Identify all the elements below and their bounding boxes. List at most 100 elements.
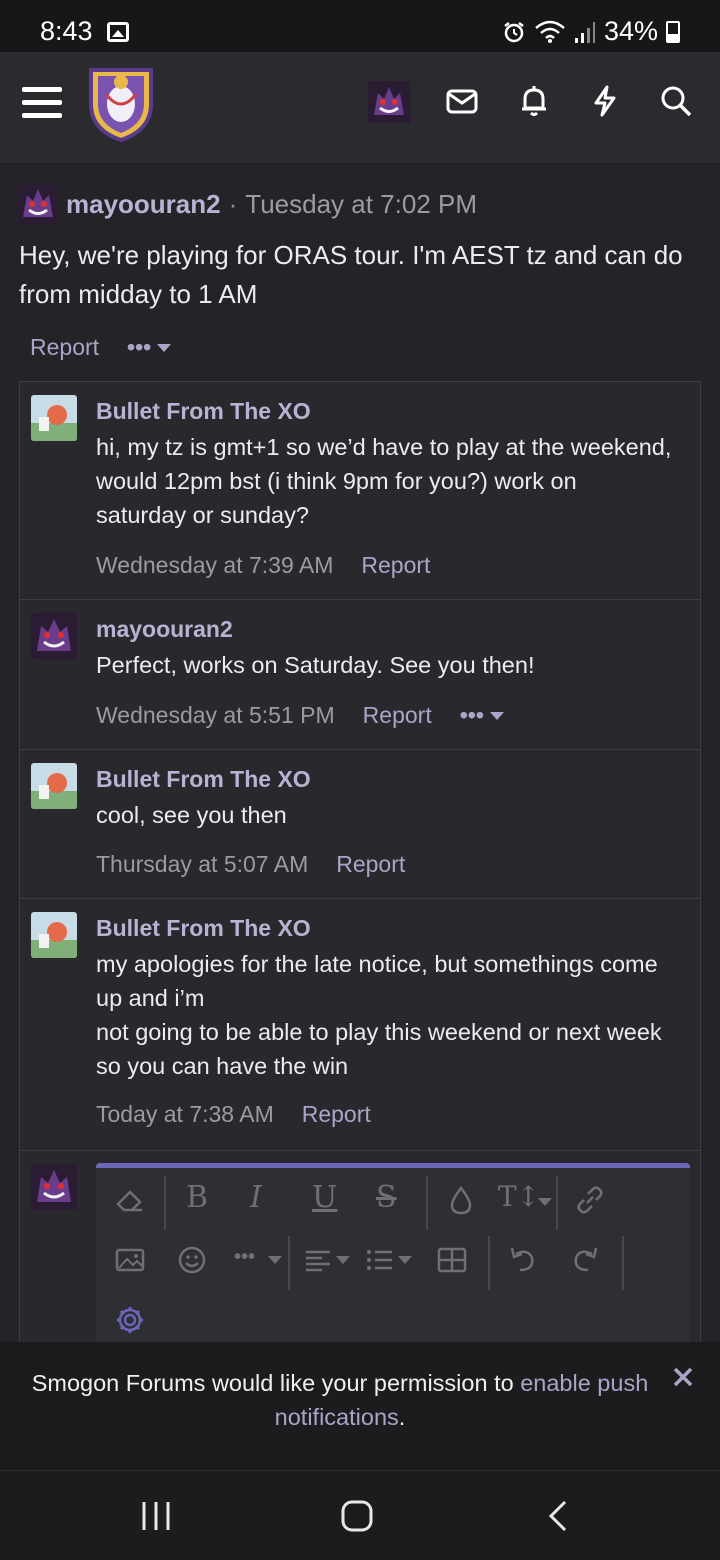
comment-meta: Thursday at 5:07 AM Report: [96, 851, 405, 878]
avatar: [31, 1164, 77, 1210]
comment-author[interactable]: mayoouran2: [96, 616, 233, 643]
status-time: 8:43: [40, 16, 93, 46]
comment-author[interactable]: Bullet From The XO: [96, 766, 311, 793]
more-menu-button[interactable]: •••: [460, 702, 504, 729]
comment-author[interactable]: Bullet From The XO: [96, 915, 311, 942]
chevron-down-icon: [398, 1256, 412, 1264]
bolt-icon[interactable]: [588, 84, 622, 118]
more-menu-button[interactable]: •••: [127, 334, 172, 361]
comment-line: my apologies for the late notice, but so…: [96, 951, 658, 977]
report-link[interactable]: Report: [30, 334, 99, 361]
emoji-icon[interactable]: [176, 1244, 208, 1276]
align-icon[interactable]: [302, 1244, 334, 1276]
avatar[interactable]: [31, 912, 77, 958]
reply-row: B I U S T↕ •••: [20, 1151, 700, 1371]
toolbar-divider: [426, 1176, 428, 1230]
alarm-icon: [504, 21, 524, 42]
chevron-down-icon: [268, 1256, 282, 1264]
toolbar-divider: [488, 1236, 490, 1290]
eraser-icon[interactable]: [114, 1184, 146, 1216]
comment-date[interactable]: Wednesday at 5:51 PM: [96, 702, 335, 729]
comment-body: my apologies for the late notice, but so…: [96, 947, 692, 1083]
comment-author[interactable]: Bullet From The XO: [96, 398, 311, 425]
avatar[interactable]: [31, 763, 77, 809]
avatar[interactable]: [18, 184, 58, 224]
toolbar-divider: [622, 1236, 624, 1290]
post-header: mayoouran2 · Tuesday at 7:02 PM: [18, 184, 477, 224]
signal-icon: [574, 21, 595, 43]
comment: Bullet From The XO cool, see you then Th…: [20, 750, 700, 899]
table-icon[interactable]: [436, 1244, 468, 1276]
app-header: [0, 52, 720, 164]
avatar[interactable]: [31, 395, 77, 441]
search-icon[interactable]: [659, 84, 693, 118]
report-link[interactable]: Report: [302, 1101, 371, 1128]
close-icon[interactable]: [672, 1366, 694, 1388]
toolbar-divider: [288, 1236, 290, 1290]
avatar[interactable]: [31, 613, 77, 659]
underline-button[interactable]: U: [312, 1180, 337, 1215]
chevron-down-icon: [336, 1256, 350, 1264]
comment-line: hi, my tz is gmt+1 so we’d have to play …: [96, 434, 672, 460]
chevron-down-icon: [538, 1198, 552, 1206]
comment-meta: Today at 7:38 AM Report: [96, 1101, 371, 1128]
report-link[interactable]: Report: [363, 702, 432, 729]
comment-body: Perfect, works on Saturday. See you then…: [96, 648, 692, 682]
gallery-icon: [107, 22, 129, 42]
push-permission-banner: Smogon Forums would like your permission…: [0, 1342, 720, 1470]
comment-line: up and i’m: [96, 985, 205, 1011]
link-icon[interactable]: [574, 1184, 606, 1216]
home-icon[interactable]: [340, 1499, 374, 1533]
toolbar-divider: [164, 1176, 166, 1230]
chevron-down-icon: [489, 711, 504, 720]
chevron-down-icon: [157, 343, 172, 352]
post-body: Hey, we're playing for ORAS tour. I'm AE…: [19, 240, 683, 309]
comment-body: hi, my tz is gmt+1 so we’d have to play …: [96, 430, 692, 532]
push-banner-end: .: [398, 1404, 406, 1430]
bold-button[interactable]: B: [186, 1180, 208, 1215]
user-avatar[interactable]: [368, 81, 410, 123]
wifi-icon: [535, 20, 565, 43]
battery-icon: [666, 20, 680, 43]
comment-date[interactable]: Thursday at 5:07 AM: [96, 851, 308, 878]
recent-apps-icon[interactable]: [140, 1499, 172, 1533]
comment: mayoouran2 Perfect, works on Saturday. S…: [20, 600, 700, 750]
site-logo[interactable]: [86, 64, 156, 142]
comment-list: Bullet From The XO hi, my tz is gmt+1 so…: [19, 381, 701, 1372]
italic-button[interactable]: I: [250, 1180, 262, 1215]
toolbar-divider: [556, 1176, 558, 1230]
more-dots: •••: [459, 702, 484, 728]
text-size-button[interactable]: T↕: [498, 1180, 540, 1213]
report-link[interactable]: Report: [336, 851, 405, 878]
bell-icon[interactable]: [517, 84, 551, 118]
gear-icon[interactable]: [114, 1304, 146, 1336]
comment-meta: Wednesday at 7:39 AM Report: [96, 552, 430, 579]
menu-icon[interactable]: [22, 87, 62, 119]
redo-icon[interactable]: [570, 1244, 602, 1276]
back-icon[interactable]: [546, 1499, 570, 1533]
strikethrough-button[interactable]: S: [376, 1180, 397, 1215]
reply-editor[interactable]: B I U S T↕ •••: [96, 1163, 690, 1363]
color-drop-icon[interactable]: [446, 1184, 476, 1216]
comment-line: Perfect, works on Saturday. See you then…: [96, 652, 535, 678]
report-link[interactable]: Report: [361, 552, 430, 579]
comment-date[interactable]: Wednesday at 7:39 AM: [96, 552, 333, 579]
comment-date[interactable]: Today at 7:38 AM: [96, 1101, 274, 1128]
post-date[interactable]: Tuesday at 7:02 PM: [245, 189, 477, 220]
comment-line: would 12pm bst (i think 9pm for you?) wo…: [96, 468, 577, 494]
undo-icon[interactable]: [506, 1244, 538, 1276]
push-banner-text: Smogon Forums would like your permission…: [31, 1370, 521, 1396]
more-dots: •••: [127, 334, 152, 360]
post-actions: Report •••: [30, 334, 172, 361]
battery-percent: 34%: [603, 16, 658, 46]
comment: Bullet From The XO hi, my tz is gmt+1 so…: [20, 382, 700, 600]
list-icon[interactable]: [364, 1244, 396, 1276]
comment-line: so you can have the win: [96, 1053, 349, 1079]
comment: Bullet From The XO my apologies for the …: [20, 899, 700, 1151]
comment-line: not going to be able to play this weeken…: [96, 1019, 662, 1045]
inbox-icon[interactable]: [445, 84, 479, 118]
post-author[interactable]: mayoouran2: [66, 189, 221, 220]
image-icon[interactable]: [114, 1244, 146, 1276]
comment-line: saturday or sunday?: [96, 502, 309, 528]
more-options-button[interactable]: •••: [234, 1246, 255, 1269]
